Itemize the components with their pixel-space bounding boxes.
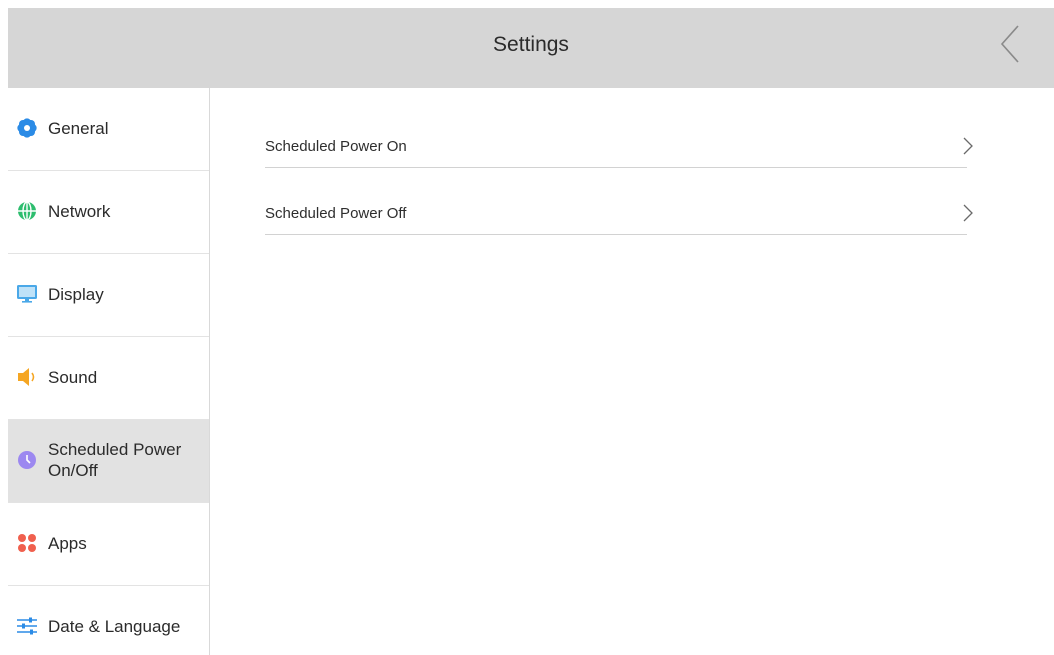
sidebar-item-label: Date & Language xyxy=(48,616,181,636)
chevron-left-icon xyxy=(1000,25,1019,63)
sidebar-item-date-language[interactable]: Date & Language xyxy=(8,586,209,655)
header-bar: Settings xyxy=(8,8,1054,88)
monitor-icon xyxy=(16,283,38,305)
chevron-right-icon xyxy=(963,204,973,222)
sidebar-item-label: Scheduled Power On/Off xyxy=(48,440,182,480)
clock-icon xyxy=(16,449,38,471)
sidebar: General Network Display Sound Scheduled … xyxy=(8,88,210,655)
page-title: Settings xyxy=(493,33,569,56)
settings-screen: Settings General Network Display Sound S… xyxy=(0,0,1054,655)
sidebar-item-label: Display xyxy=(48,284,104,304)
sidebar-item-network[interactable]: Network xyxy=(8,171,209,254)
sidebar-item-display[interactable]: Display xyxy=(8,254,209,337)
sidebar-item-label: General xyxy=(48,118,109,138)
sidebar-item-scheduled-power[interactable]: Scheduled Power On/Off xyxy=(8,420,209,503)
back-button[interactable] xyxy=(994,22,1026,66)
main-content: Scheduled Power On Scheduled Power Off xyxy=(210,88,1054,655)
chevron-right-icon xyxy=(963,137,973,155)
gear-icon xyxy=(16,117,38,139)
apps-icon xyxy=(16,532,38,554)
sidebar-item-label: Apps xyxy=(48,533,87,553)
speaker-icon xyxy=(16,366,38,388)
sidebar-item-apps[interactable]: Apps xyxy=(8,503,209,586)
sliders-icon xyxy=(16,615,38,637)
row-label: Scheduled Power On xyxy=(265,138,407,155)
sidebar-item-general[interactable]: General xyxy=(8,88,209,171)
scheduled-power-off-row[interactable]: Scheduled Power Off xyxy=(265,194,973,235)
sidebar-item-label: Sound xyxy=(48,367,98,387)
row-label: Scheduled Power Off xyxy=(265,205,407,222)
sidebar-item-label: Network xyxy=(48,201,111,221)
sidebar-item-sound[interactable]: Sound xyxy=(8,337,209,420)
scheduled-power-on-row[interactable]: Scheduled Power On xyxy=(265,127,973,168)
globe-icon xyxy=(16,200,38,222)
